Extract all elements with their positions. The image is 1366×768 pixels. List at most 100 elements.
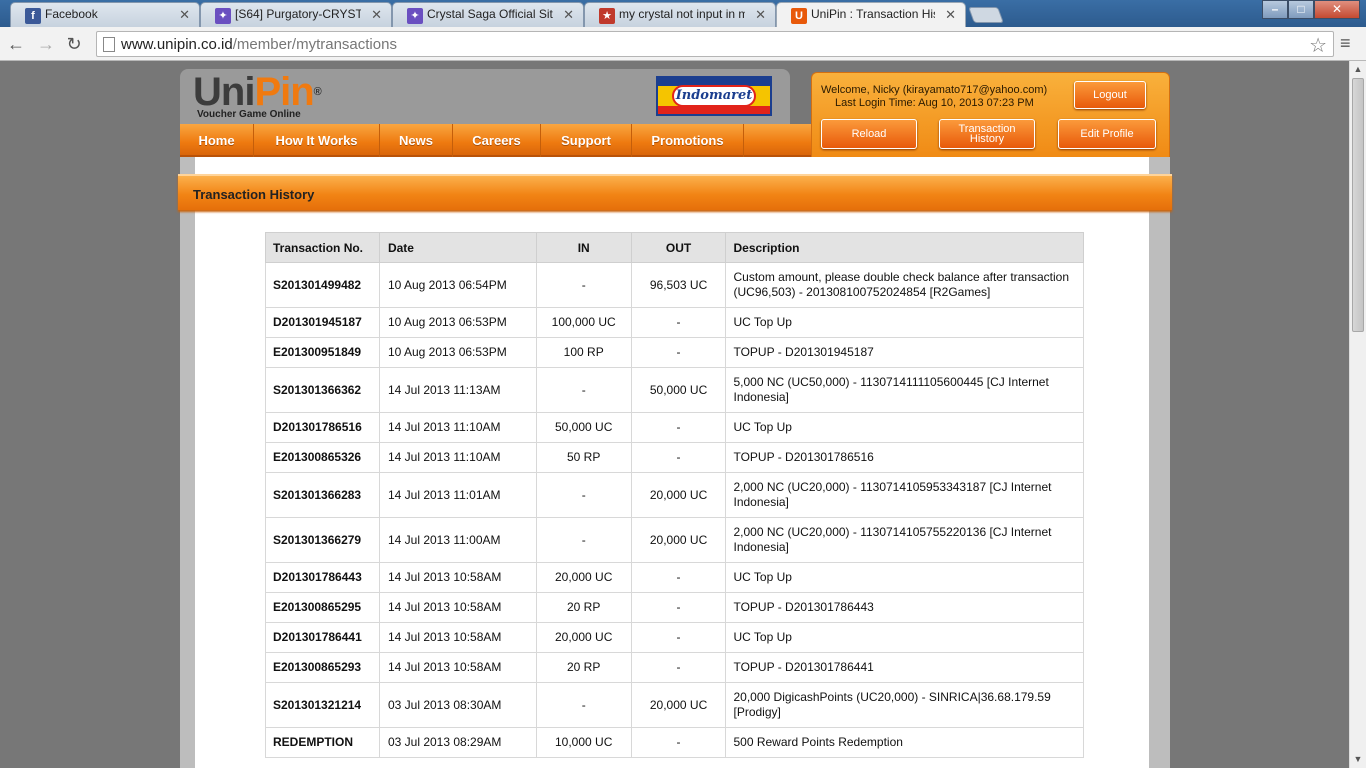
- forum-icon: ★: [599, 8, 615, 24]
- cell-no: S201301499482: [265, 262, 380, 308]
- cell-out: 20,000 UC: [630, 472, 727, 518]
- table-row: E201300865295 14 Jul 2013 10:58AM 20 RP - TO…: [265, 592, 1084, 623]
- menu-icon[interactable]: ≡: [1340, 33, 1351, 54]
- tab-close-icon[interactable]: ✕: [563, 3, 574, 26]
- cell-out: -: [630, 562, 727, 593]
- forward-arrow-icon[interactable]: →: [34, 32, 58, 56]
- table-row: S201301499482 10 Aug 2013 06:54PM -96,503 …: [265, 262, 1084, 308]
- tab-close-icon[interactable]: ✕: [945, 3, 956, 26]
- tab-close-icon[interactable]: ✕: [755, 3, 766, 26]
- cell-in: 20,000 UC: [535, 622, 632, 653]
- table-row: D201301786441 14 Jul 2013 10:58AM 20,000 U…: [265, 622, 1084, 653]
- cell-in: 50 RP: [535, 442, 632, 473]
- tab-title: UniPin : Transaction Histo: [811, 7, 935, 21]
- cell-date: 14 Jul 2013 10:58AM: [378, 592, 537, 623]
- cell-out: -: [630, 592, 727, 623]
- cell-no: S201301366283: [265, 472, 380, 518]
- window-close-button[interactable]: ✕: [1314, 0, 1360, 19]
- col-date: Date: [378, 232, 537, 263]
- section-title: Transaction History: [193, 187, 315, 202]
- reload-icon[interactable]: ↻: [62, 32, 86, 56]
- cell-date: 10 Aug 2013 06:53PM: [378, 307, 537, 338]
- cell-out: -: [630, 622, 727, 653]
- table-row: D201301786516 14 Jul 2013 11:10AM 50,000 U…: [265, 412, 1084, 443]
- tab-close-icon[interactable]: ✕: [179, 3, 190, 26]
- reload-button[interactable]: Reload: [821, 119, 917, 149]
- cell-no: D201301786441: [265, 622, 380, 653]
- unipin-icon: U: [791, 8, 807, 24]
- logout-button[interactable]: Logout: [1074, 81, 1146, 109]
- browser-tab-purgatory[interactable]: ✦ [S64] Purgatory-CRYSTAL ✕: [200, 2, 392, 27]
- table-row: E201300865293 14 Jul 2013 10:58AM 20 RP - TO…: [265, 652, 1084, 683]
- cell-out: 50,000 UC: [630, 367, 727, 413]
- back-arrow-icon[interactable]: ←: [4, 32, 28, 56]
- cell-desc: 2,000 NC (UC20,000) - 113071410595334318…: [725, 472, 1084, 518]
- table-row: S201301366362 14 Jul 2013 11:13AM -50,000 …: [265, 367, 1084, 413]
- address-bar[interactable]: www.unipin.co.id/member/mytransactions ☆: [96, 31, 1334, 57]
- cell-date: 03 Jul 2013 08:29AM: [378, 727, 537, 758]
- cell-date: 14 Jul 2013 10:58AM: [378, 562, 537, 593]
- nav-news[interactable]: News: [380, 124, 453, 157]
- main-nav: Home How It Works News Careers Support P…: [180, 124, 812, 157]
- nav-home[interactable]: Home: [180, 124, 254, 157]
- scroll-down-arrow-icon[interactable]: ▼: [1350, 751, 1366, 768]
- cell-desc: Custom amount, please double check balan…: [725, 262, 1084, 308]
- tab-title: my crystal not input in my: [619, 7, 745, 21]
- col-transaction-no: Transaction No.: [265, 232, 380, 263]
- new-tab-button[interactable]: [968, 7, 1004, 23]
- table-row: D201301786443 14 Jul 2013 10:58AM 20,000 U…: [265, 562, 1084, 593]
- cell-desc: TOPUP - D201301786516: [725, 442, 1084, 473]
- window-maximize-button[interactable]: □: [1288, 0, 1314, 19]
- cell-date: 14 Jul 2013 11:00AM: [378, 517, 537, 563]
- section-header-bar: [178, 174, 1172, 210]
- cell-desc: UC Top Up: [725, 412, 1084, 443]
- scroll-thumb[interactable]: [1352, 78, 1364, 332]
- window-minimize-button[interactable]: –: [1262, 0, 1288, 19]
- cell-out: -: [630, 337, 727, 368]
- cell-out: 96,503 UC: [630, 262, 727, 308]
- transaction-history-button[interactable]: Transaction History: [939, 119, 1035, 149]
- indomaret-logo[interactable]: Indomaret: [656, 76, 772, 116]
- browser-tab-unipin[interactable]: U UniPin : Transaction Histo ✕: [776, 2, 966, 28]
- cell-in: 20 RP: [535, 652, 632, 683]
- scroll-up-arrow-icon[interactable]: ▲: [1350, 61, 1366, 78]
- tab-close-icon[interactable]: ✕: [371, 3, 382, 26]
- page-icon: [103, 37, 115, 52]
- nav-support[interactable]: Support: [541, 124, 632, 157]
- edit-profile-button[interactable]: Edit Profile: [1058, 119, 1156, 149]
- table-row: D201301945187 10 Aug 2013 06:53PM 100,000 …: [265, 307, 1084, 338]
- vertical-scrollbar[interactable]: ▲ ▼: [1349, 61, 1366, 768]
- unipin-logo[interactable]: UniPin®: [193, 72, 322, 112]
- last-login-text: Last Login Time: Aug 10, 2013 07:23 PM: [835, 97, 1034, 109]
- facebook-icon: f: [25, 8, 41, 24]
- browser-tab-crystal-saga[interactable]: ✦ Crystal Saga Official Site - ✕: [392, 2, 584, 27]
- cell-no: E201300865295: [265, 592, 380, 623]
- bookmark-star-icon[interactable]: ☆: [1309, 33, 1327, 58]
- cell-date: 10 Aug 2013 06:53PM: [378, 337, 537, 368]
- cell-desc: 500 Reward Points Redemption: [725, 727, 1084, 758]
- crystal-saga-icon: ✦: [407, 8, 423, 24]
- transaction-table: Transaction No. Date IN OUT Description …: [265, 232, 1084, 758]
- cell-no: E201300865326: [265, 442, 380, 473]
- cell-in: 20,000 UC: [535, 562, 632, 593]
- table-row: REDEMPTION 03 Jul 2013 08:29AM 10,000 UC -5…: [265, 727, 1084, 758]
- nav-how-it-works[interactable]: How It Works: [254, 124, 380, 157]
- cell-in: 100 RP: [535, 337, 632, 368]
- cell-out: -: [630, 727, 727, 758]
- crystal-saga-icon: ✦: [215, 8, 231, 24]
- cell-desc: UC Top Up: [725, 307, 1084, 338]
- cell-in: -: [535, 517, 632, 563]
- col-out: OUT: [630, 232, 727, 263]
- nav-promotions[interactable]: Promotions: [632, 124, 744, 157]
- cell-in: 100,000 UC: [535, 307, 632, 338]
- cell-no: REDEMPTION: [265, 727, 380, 758]
- cell-desc: TOPUP - D201301786441: [725, 652, 1084, 683]
- col-description: Description: [725, 232, 1084, 263]
- nav-careers[interactable]: Careers: [453, 124, 541, 157]
- browser-tab-forum[interactable]: ★ my crystal not input in my ✕: [584, 2, 776, 27]
- cell-in: 10,000 UC: [535, 727, 632, 758]
- welcome-text: Welcome, Nicky (kirayamato717@yahoo.com): [821, 84, 1048, 96]
- cell-desc: 5,000 NC (UC50,000) - 113071411110560044…: [725, 367, 1084, 413]
- cell-no: D201301786443: [265, 562, 380, 593]
- browser-tab-facebook[interactable]: f Facebook ✕: [10, 2, 200, 27]
